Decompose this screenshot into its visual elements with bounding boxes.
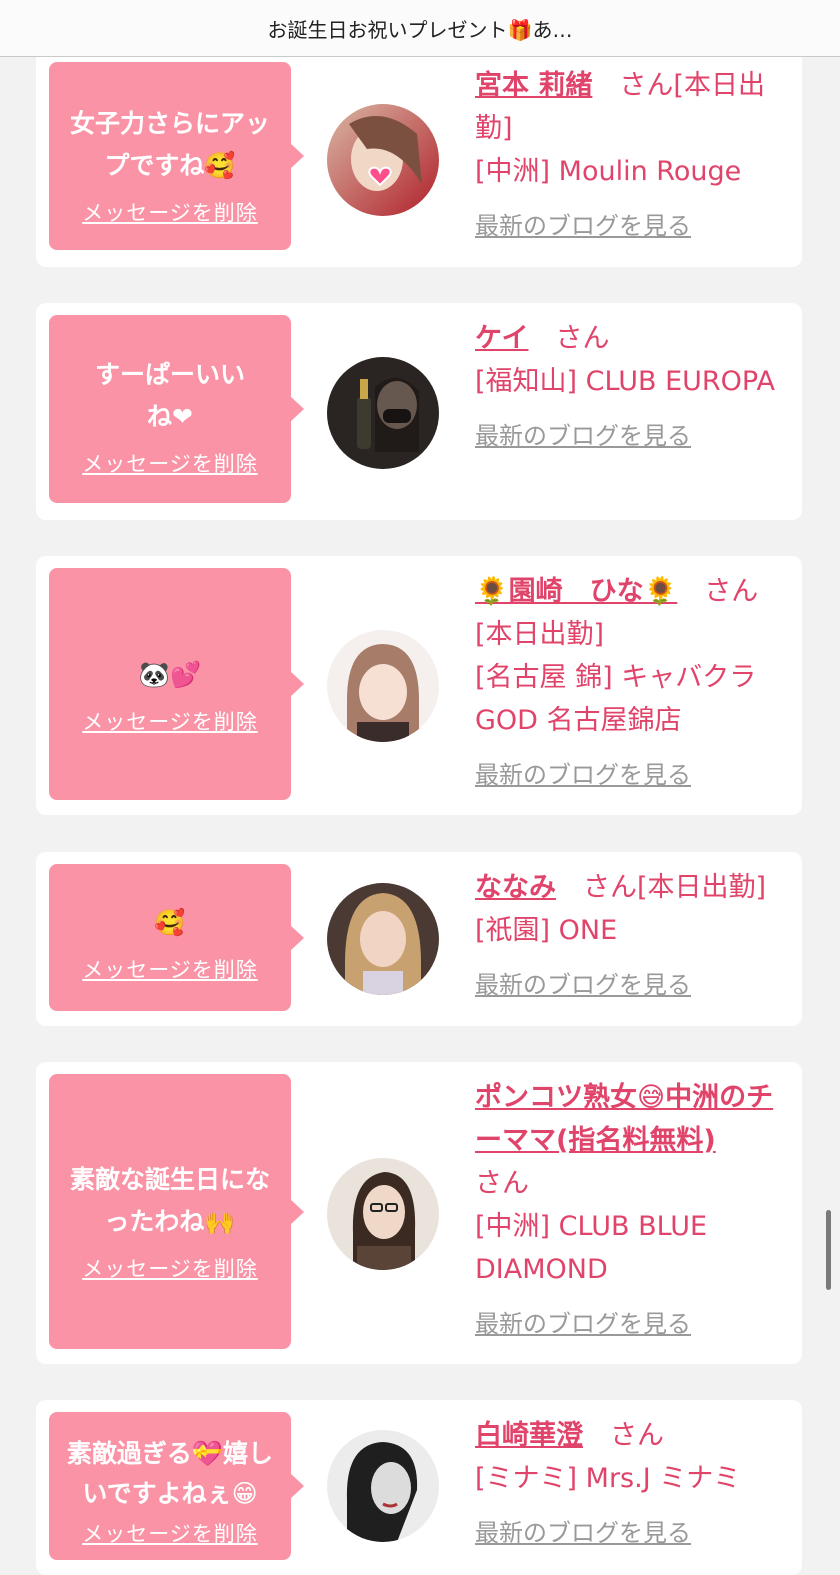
message-bubble: すーぱーいいね❤︎ メッセージを削除 xyxy=(49,315,304,503)
page-title-bar: お誕生日お祝いプレゼント🎁あ… xyxy=(0,0,840,57)
shop-name: [ミナミ] Mrs.J ミナミ xyxy=(475,1463,741,1494)
cast-name-link[interactable]: 白崎華澄 xyxy=(475,1420,583,1451)
latest-blog-link[interactable]: 最新のブログを見る xyxy=(475,205,785,248)
shop-name: [祇園] ONE xyxy=(475,915,618,946)
message-text: すーぱーいいね❤︎ xyxy=(94,360,245,431)
message-bubble: 素敵な誕生日になったわね🙌 メッセージを削除 xyxy=(49,1074,304,1349)
message-text: 🐼💕 xyxy=(138,660,202,689)
delete-message-link[interactable]: メッセージを削除 xyxy=(82,197,258,227)
cast-info: 宮本 莉緒 さん[本日出勤] [中洲] Moulin Rouge 最新のブログを… xyxy=(475,64,785,248)
message-card: すーぱーいいね❤︎ メッセージを削除 ケイ さん [福知山] CLUB EURO… xyxy=(36,303,802,520)
delete-message-link[interactable]: メッセージを削除 xyxy=(82,1253,258,1283)
page-title: お誕生日お祝いプレゼント🎁あ… xyxy=(267,17,573,42)
latest-blog-link[interactable]: 最新のブログを見る xyxy=(475,415,785,458)
latest-blog-link[interactable]: 最新のブログを見る xyxy=(475,964,785,1007)
cast-name-link[interactable]: ケイ xyxy=(475,323,528,354)
message-text: 🥰 xyxy=(154,907,186,937)
delete-message-link[interactable]: メッセージを削除 xyxy=(82,1518,258,1548)
cast-info: ケイ さん [福知山] CLUB EUROPA 最新のブログを見る xyxy=(475,317,785,458)
scrollbar[interactable] xyxy=(826,1210,831,1290)
message-card: 素敵な誕生日になったわね🙌 メッセージを削除 ポンコツ熟女😅中洲のチーママ(指名… xyxy=(36,1062,802,1364)
avatar[interactable] xyxy=(327,883,439,995)
delete-message-link[interactable]: メッセージを削除 xyxy=(82,448,258,478)
latest-blog-link[interactable]: 最新のブログを見る xyxy=(475,1512,785,1555)
message-text: 女子力さらにアップですね🥰 xyxy=(69,109,270,180)
cast-info: ポンコツ熟女😅中洲のチーママ(指名料無料) さん [中洲] CLUB BLUE … xyxy=(475,1076,785,1346)
cast-info: ななみ さん[本日出勤] [祇園] ONE 最新のブログを見る xyxy=(475,866,785,1007)
message-card: 🐼💕 メッセージを削除 🌻園崎 ひな🌻 さん[本日出勤] [名古屋 錦] キャバ… xyxy=(36,556,802,815)
cast-info: 白崎華澄 さん [ミナミ] Mrs.J ミナミ 最新のブログを見る xyxy=(475,1414,785,1555)
latest-blog-link[interactable]: 最新のブログを見る xyxy=(475,1303,785,1346)
message-bubble: 🥰 メッセージを削除 xyxy=(49,864,304,1011)
delete-message-link[interactable]: メッセージを削除 xyxy=(82,954,258,984)
cast-name-link[interactable]: 🌻園崎 ひな🌻 xyxy=(475,576,677,607)
cast-info: 🌻園崎 ひな🌻 さん[本日出勤] [名古屋 錦] キャバクラGOD 名古屋錦店 … xyxy=(475,570,785,797)
avatar[interactable] xyxy=(327,1158,439,1270)
delete-message-link[interactable]: メッセージを削除 xyxy=(82,706,258,736)
cast-suffix: さん xyxy=(475,1168,529,1199)
avatar[interactable] xyxy=(327,1430,439,1542)
message-text: 素敵な誕生日になったわね🙌 xyxy=(69,1164,270,1236)
message-text: 素敵過ぎる💝嬉しいですよねぇ😁 xyxy=(66,1439,274,1508)
message-card: 女子力さらにアップですね🥰 メッセージを削除 宮本 莉緒 さん[本日出勤] [中… xyxy=(36,50,802,267)
latest-blog-link[interactable]: 最新のブログを見る xyxy=(475,754,785,797)
cast-suffix: さん[本日出勤] xyxy=(583,872,767,903)
shop-name: [名古屋 錦] キャバクラGOD 名古屋錦店 xyxy=(475,662,757,736)
cast-suffix: さん xyxy=(610,1420,664,1451)
cast-name-link[interactable]: 宮本 莉緒 xyxy=(475,70,592,101)
message-bubble: 女子力さらにアップですね🥰 メッセージを削除 xyxy=(49,62,304,250)
shop-name: [福知山] CLUB EUROPA xyxy=(475,366,775,397)
avatar[interactable] xyxy=(327,630,439,742)
message-bubble: 🐼💕 メッセージを削除 xyxy=(49,568,304,800)
message-card: 素敵過ぎる💝嬉しいですよねぇ😁 メッセージを削除 白崎華澄 さん [ミナミ] M… xyxy=(36,1400,802,1575)
shop-name: [中洲] Moulin Rouge xyxy=(475,156,742,187)
cast-suffix: さん xyxy=(555,323,610,354)
cast-name-link[interactable]: ポンコツ熟女😅中洲のチーママ(指名料無料) xyxy=(475,1082,773,1156)
shop-name: [中洲] CLUB BLUE DIAMOND xyxy=(475,1211,708,1285)
message-bubble: 素敵過ぎる💝嬉しいですよねぇ😁 メッセージを削除 xyxy=(49,1412,304,1560)
avatar[interactable] xyxy=(327,357,439,469)
avatar[interactable] xyxy=(327,104,439,216)
cast-name-link[interactable]: ななみ xyxy=(475,872,556,903)
message-card: 🥰 メッセージを削除 ななみ さん[本日出勤] [祇園] ONE 最新のブログを… xyxy=(36,852,802,1026)
